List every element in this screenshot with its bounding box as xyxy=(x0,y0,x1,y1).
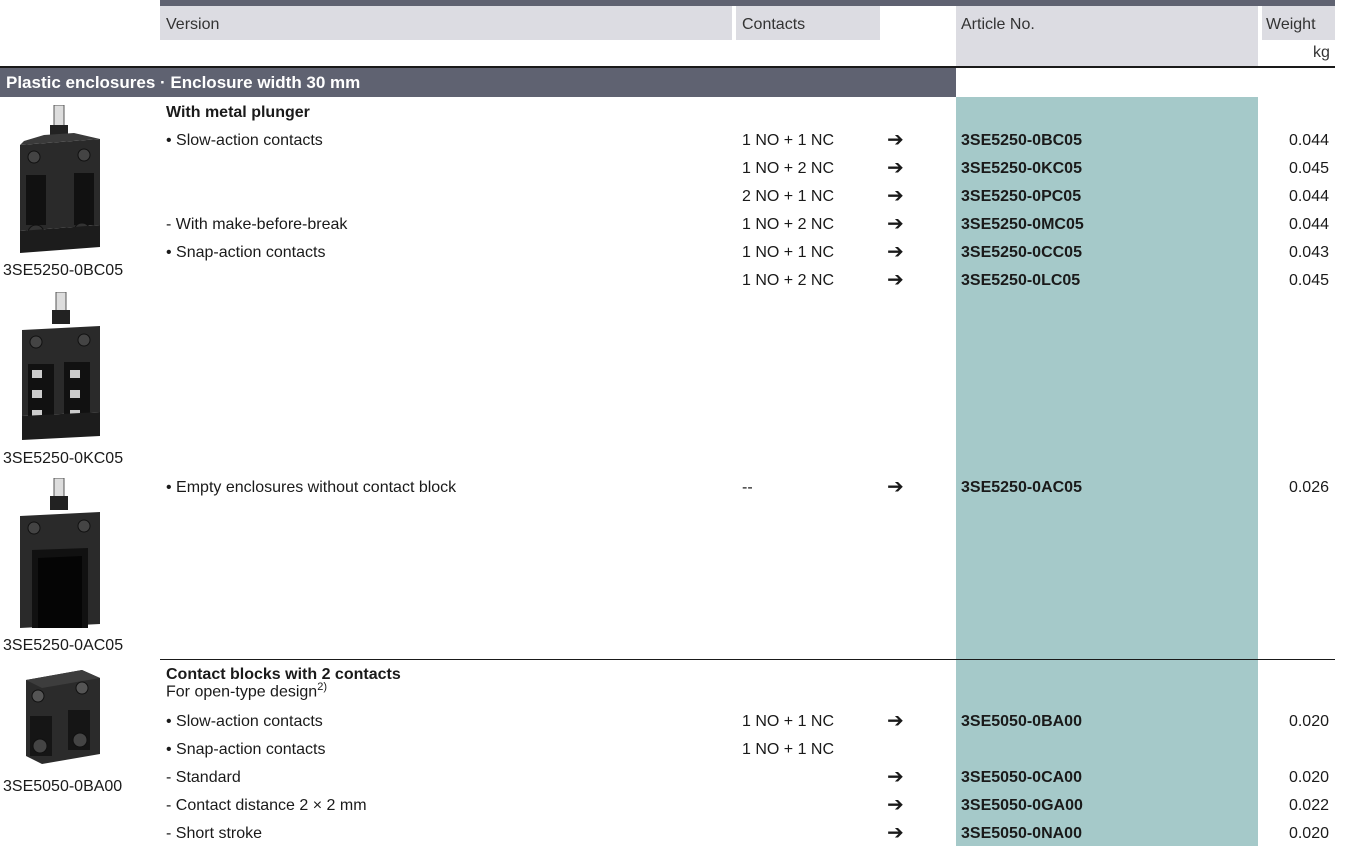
contact-block-icon xyxy=(26,670,100,764)
group1-row-version: • Snap-action contacts xyxy=(166,244,326,261)
group2-row-arrow-icon: ➔ xyxy=(887,822,904,844)
group2-row-weight: 0.020 xyxy=(1288,825,1329,842)
header-version: Version xyxy=(166,16,220,33)
group1-row-weight: 0.044 xyxy=(1288,216,1329,233)
image-caption-4: 3SE5050-0BA00 xyxy=(3,778,123,795)
empty-row-version: • Empty enclosures without contact block xyxy=(166,479,457,496)
group2-row-article: 3SE5050-0CA00 xyxy=(961,769,1082,786)
empty-row-arrow-icon: ➔ xyxy=(887,476,904,498)
header-weight-unit: kg xyxy=(1313,44,1330,61)
group1-row-arrow-icon: ➔ xyxy=(887,129,904,151)
article-column-highlight xyxy=(956,97,1258,846)
empty-row-contacts: -- xyxy=(742,479,753,496)
group1-row-contacts: 2 NO + 1 NC xyxy=(742,188,835,205)
group1-row-arrow-icon: ➔ xyxy=(887,269,904,291)
group1-row-version: - With make-before-break xyxy=(166,216,348,233)
group1-row-weight: 0.043 xyxy=(1288,244,1329,261)
group2-row-weight: 0.022 xyxy=(1288,797,1329,814)
footnote-marker: 2) xyxy=(317,681,327,693)
group2-row-version: • Slow-action contacts xyxy=(166,713,323,730)
group2-row-weight: 0.020 xyxy=(1288,769,1329,786)
group2-subtitle-text: For open-type design xyxy=(166,683,318,701)
group1-row-contacts: 1 NO + 2 NC xyxy=(742,160,835,177)
group1-row-article: 3SE5250-0KC05 xyxy=(961,160,1082,177)
group2-row-version: - Short stroke xyxy=(166,825,263,842)
group2-row-arrow-icon: ➔ xyxy=(887,794,904,816)
group-divider xyxy=(160,659,1335,660)
group2-row-version: - Standard xyxy=(166,769,241,786)
header-weight: Weight xyxy=(1266,16,1316,33)
empty-enclosure-icon xyxy=(20,478,100,628)
group1-row-article: 3SE5250-0MC05 xyxy=(961,216,1084,233)
group2-row-version: - Contact distance 2 × 2 mm xyxy=(166,797,367,814)
header-article-no: Article No. xyxy=(961,16,1035,33)
group2-row-article: 3SE5050-0NA00 xyxy=(961,825,1082,842)
group2-subtitle: For open-type design2) xyxy=(166,681,327,701)
group2-row-contacts: 1 NO + 1 NC xyxy=(742,741,835,758)
group1-row-weight: 0.045 xyxy=(1288,272,1329,289)
group2-row-arrow-icon: ➔ xyxy=(887,766,904,788)
group1-title: With metal plunger xyxy=(166,104,310,121)
image-caption-3: 3SE5250-0AC05 xyxy=(3,637,124,654)
group1-row-contacts: 1 NO + 1 NC xyxy=(742,132,835,149)
group1-row-contacts: 1 NO + 2 NC xyxy=(742,216,835,233)
group2-row-contacts: 1 NO + 1 NC xyxy=(742,713,835,730)
group1-row-weight: 0.044 xyxy=(1288,188,1329,205)
group1-row-arrow-icon: ➔ xyxy=(887,185,904,207)
group1-row-article: 3SE5250-0PC05 xyxy=(961,188,1082,205)
group1-row-weight: 0.044 xyxy=(1288,132,1329,149)
header-version-bg xyxy=(160,6,732,40)
image-caption-1: 3SE5250-0BC05 xyxy=(3,262,124,279)
group1-row-article: 3SE5250-0CC05 xyxy=(961,244,1082,261)
group2-row-weight: 0.020 xyxy=(1288,713,1329,730)
group1-row-article: 3SE5250-0LC05 xyxy=(961,272,1081,289)
group2-row-version: • Snap-action contacts xyxy=(166,741,326,758)
empty-row-weight: 0.026 xyxy=(1288,479,1329,496)
group1-row-arrow-icon: ➔ xyxy=(887,241,904,263)
group1-row-article: 3SE5250-0BC05 xyxy=(961,132,1082,149)
group1-row-contacts: 1 NO + 1 NC xyxy=(742,244,835,261)
group2-row-arrow-icon: ➔ xyxy=(887,710,904,732)
group1-row-weight: 0.045 xyxy=(1288,160,1329,177)
header-contacts: Contacts xyxy=(742,16,806,33)
group1-row-version: • Slow-action contacts xyxy=(166,132,323,149)
image-caption-2: 3SE5250-0KC05 xyxy=(3,450,124,467)
group1-row-arrow-icon: ➔ xyxy=(887,157,904,179)
section-title: Plastic enclosures · Enclosure width 30 … xyxy=(6,73,361,92)
group2-row-article: 3SE5050-0BA00 xyxy=(961,713,1082,730)
switch-enclosure-icon xyxy=(20,105,100,253)
group1-row-contacts: 1 NO + 2 NC xyxy=(742,272,835,289)
switch-enclosure-contacts-icon xyxy=(22,292,100,440)
empty-row-article: 3SE5250-0AC05 xyxy=(961,479,1082,496)
group1-row-arrow-icon: ➔ xyxy=(887,213,904,235)
group2-row-article: 3SE5050-0GA00 xyxy=(961,797,1083,814)
